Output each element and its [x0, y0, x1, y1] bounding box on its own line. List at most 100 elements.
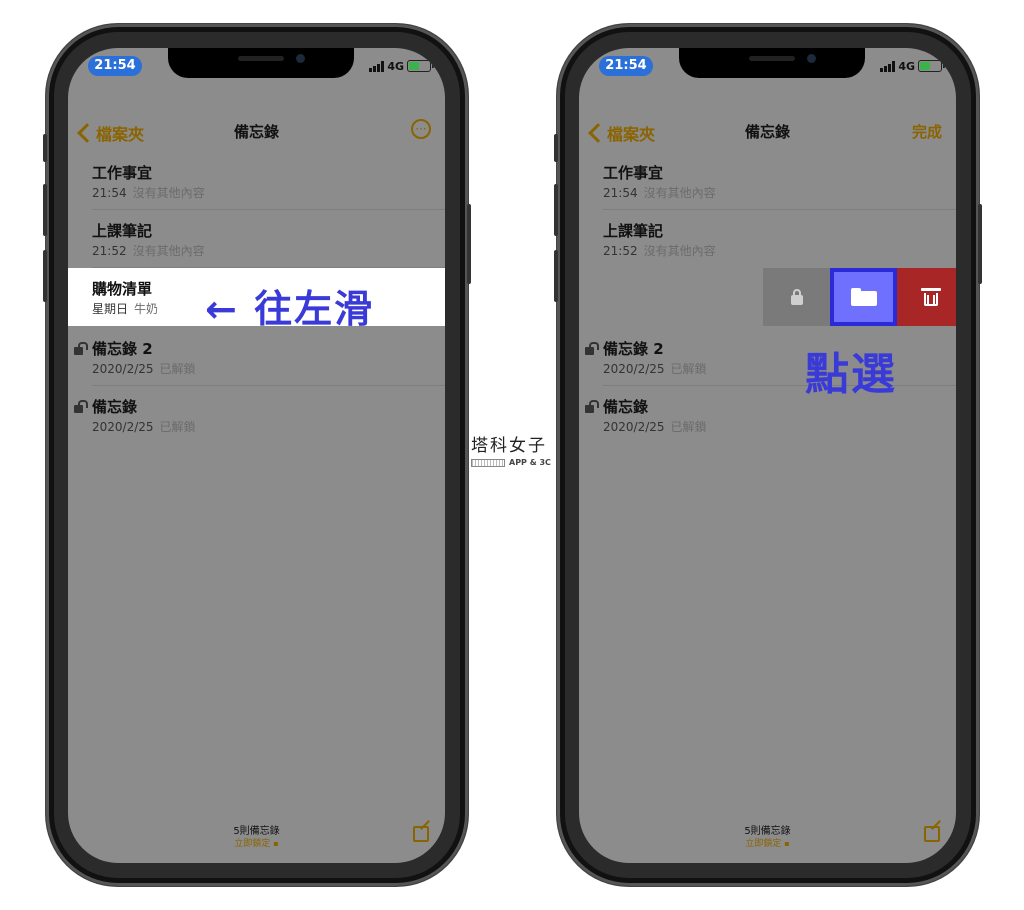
power-button: [467, 204, 471, 284]
note-date: 2020/2/25: [92, 420, 154, 434]
ellipsis-circle-icon: ···: [415, 122, 427, 136]
nav-bar: 檔案夾 備忘錄 ···: [68, 114, 445, 148]
note-item-locked[interactable]: 備忘錄 2020/2/25 已解鎖: [68, 386, 445, 444]
note-date: 21:52: [603, 244, 638, 258]
notch: [168, 48, 354, 78]
status-time[interactable]: 21:54: [599, 56, 653, 76]
lock-icon: ▪: [784, 839, 790, 848]
note-title: 備忘錄: [603, 398, 649, 416]
note-title: 備忘錄: [92, 398, 138, 416]
done-button[interactable]: 完成: [912, 121, 942, 142]
note-item-locked[interactable]: 備忘錄 2020/2/25 已解鎖: [579, 386, 956, 444]
move-to-folder-button[interactable]: [830, 268, 897, 326]
battery-icon: [918, 60, 945, 72]
volume-down-button: [554, 250, 558, 302]
unlocked-icon: [585, 400, 599, 414]
note-item[interactable]: 上課筆記 21:52 沒有其他內容: [579, 210, 956, 268]
note-title: 購物清單: [92, 280, 153, 298]
note-date: 2020/2/25: [603, 362, 665, 376]
nav-bar: 檔案夾 備忘錄 完成: [579, 114, 956, 148]
status-time[interactable]: 21:54: [88, 56, 142, 76]
compose-icon[interactable]: [924, 826, 940, 842]
page-title: 備忘錄: [744, 123, 790, 141]
watermark-subtitle-text: APP & 3C: [509, 458, 551, 467]
note-preview: 沒有其他內容: [132, 244, 205, 258]
note-preview: 已解鎖: [159, 420, 196, 434]
more-button[interactable]: ···: [411, 119, 431, 139]
network-type: 4G: [898, 59, 915, 73]
note-subtitle: 星期日 牛奶: [92, 300, 158, 317]
trash-icon: [920, 288, 941, 306]
note-item-locked[interactable]: 備忘錄 2 2020/2/25 已解鎖: [68, 328, 445, 386]
note-subtitle: 2020/2/25 已解鎖: [92, 360, 196, 377]
note-title: 備忘錄 2: [603, 340, 664, 358]
note-preview: 已解鎖: [159, 362, 196, 376]
note-date: 21:54: [92, 186, 127, 200]
note-preview: 沒有其他內容: [643, 186, 716, 200]
mute-switch: [554, 134, 558, 162]
volume-down-button: [43, 250, 47, 302]
note-subtitle: 2020/2/25 已解鎖: [92, 418, 196, 435]
note-title: 工作事宜: [92, 164, 153, 182]
watermark-title: 塔科女子: [471, 436, 547, 456]
note-title: 工作事宜: [603, 164, 664, 182]
note-subtitle: 21:52 沒有其他內容: [92, 242, 205, 259]
note-item[interactable]: 工作事宜 21:54 沒有其他內容: [579, 152, 956, 210]
note-preview: 牛奶: [134, 302, 159, 316]
volume-up-button: [554, 184, 558, 236]
notes-count: 5則備忘錄: [744, 826, 791, 837]
note-item[interactable]: 工作事宜 21:54 沒有其他內容: [68, 152, 445, 210]
note-date: 21:52: [92, 244, 127, 258]
note-item-swipe-target[interactable]: 購物清單 星期日 牛奶 ← 往左滑: [68, 268, 445, 331]
lock-now-label: 立即鎖定: [234, 839, 271, 849]
note-title: 上課筆記: [603, 222, 664, 240]
note-subtitle: 2020/2/25 已解鎖: [603, 360, 707, 377]
signal-icon: [880, 60, 896, 72]
lock-now-label: 立即鎖定: [745, 839, 782, 849]
status-icons: 4G: [369, 58, 434, 74]
lock-note-button[interactable]: [763, 268, 830, 326]
watermark-subtitle: APP & 3C: [471, 458, 561, 467]
tap-annotation: 點選: [805, 349, 897, 400]
signal-icon: [369, 60, 385, 72]
watermark-logo-icon: [471, 458, 505, 467]
watermark: 塔科女子 APP & 3C: [471, 431, 561, 467]
unlocked-icon: [74, 342, 88, 356]
note-subtitle: 2020/2/25 已解鎖: [603, 418, 707, 435]
folder-icon: [850, 288, 877, 306]
delete-note-button[interactable]: [897, 268, 956, 326]
notes-screen: 21:54 4G 檔案夾 備忘錄 ··· 工作事宜 21:54 沒有其他內容 上課…: [68, 48, 445, 863]
swipe-left-annotation: ← 往左滑: [205, 287, 375, 331]
swiped-note-row: [579, 268, 956, 326]
note-item[interactable]: 上課筆記 21:52 沒有其他內容: [68, 210, 445, 268]
lock-icon: ▪: [273, 839, 279, 848]
left-phone: 21:54 4G 檔案夾 備忘錄 ··· 工作事宜 21:54 沒有其他內容 上課…: [43, 24, 471, 886]
note-date: 2020/2/25: [603, 420, 665, 434]
note-title: 備忘錄 2: [92, 340, 153, 358]
note-title: 上課筆記: [92, 222, 153, 240]
note-subtitle: 21:52 沒有其他內容: [603, 242, 716, 259]
note-date: 21:54: [603, 186, 638, 200]
note-date: 星期日: [92, 302, 129, 316]
note-preview: 已解鎖: [670, 420, 707, 434]
unlocked-icon: [74, 400, 88, 414]
battery-icon: [407, 60, 434, 72]
note-preview: 已解鎖: [670, 362, 707, 376]
notes-screen: 21:54 4G 檔案夾 備忘錄 完成 工作事宜 21:54 沒有其他內容 上課筆…: [579, 48, 956, 863]
note-date: 2020/2/25: [92, 362, 154, 376]
lock-now-button[interactable]: 立即鎖定 ▪: [68, 836, 445, 849]
notes-count: 5則備忘錄: [233, 826, 280, 837]
lock-now-button[interactable]: 立即鎖定 ▪: [579, 836, 956, 849]
power-button: [978, 204, 982, 284]
volume-up-button: [43, 184, 47, 236]
network-type: 4G: [387, 59, 404, 73]
page-title: 備忘錄: [233, 123, 279, 141]
note-preview: 沒有其他內容: [132, 186, 205, 200]
status-icons: 4G: [880, 58, 945, 74]
notch: [679, 48, 865, 78]
note-subtitle: 21:54 沒有其他內容: [603, 184, 716, 201]
swipe-actions: [763, 268, 956, 326]
note-preview: 沒有其他內容: [643, 244, 716, 258]
compose-icon[interactable]: [413, 826, 429, 842]
note-item-locked[interactable]: 備忘錄 2 2020/2/25 已解鎖: [579, 328, 956, 386]
